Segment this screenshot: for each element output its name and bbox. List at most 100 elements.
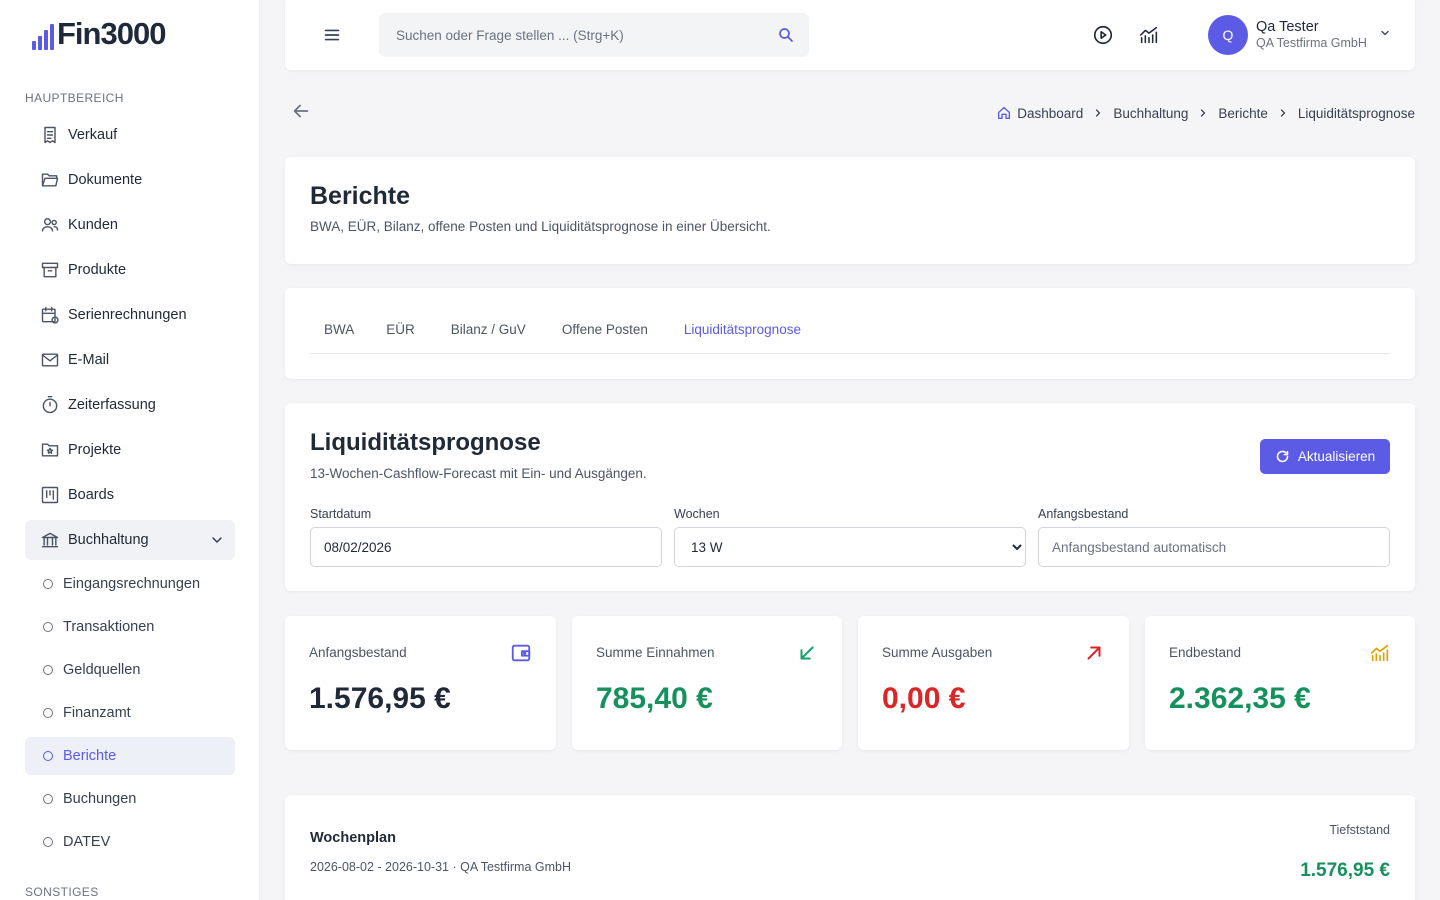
user-company: QA Testfirma GmbH [1256,36,1367,50]
weekplan-card: Wochenplan 2026-08-02 - 2026-10-31 · QA … [285,795,1415,900]
sidebar-item-serienrechnungen[interactable]: Serienrechnungen [25,295,235,335]
refresh-button-label: Aktualisieren [1297,449,1376,464]
refresh-button[interactable]: Aktualisieren [1260,439,1390,474]
kpi-card-einnahmen: Summe Einnahmen 785,40 € [572,616,842,750]
back-arrow-icon[interactable] [290,100,312,122]
weekplan-title: Wochenplan [310,830,396,846]
breadcrumb-buchhaltung[interactable]: Buchhaltung [1113,106,1188,121]
sidebar-subitem-label: Buchungen [63,791,137,807]
tab-bwa[interactable]: BWA [310,312,368,354]
chevron-right-icon [1277,107,1289,119]
user-name: Qa Tester [1256,19,1319,35]
kpi-card-ausgaben: Summe Ausgaben 0,00 € [858,616,1129,750]
hamburger-menu-icon[interactable] [321,24,343,46]
circle-icon [43,622,53,632]
sidebar-item-label: Verkauf [68,127,118,143]
start-date-input[interactable] [310,527,662,567]
sidebar-item-email[interactable]: E-Mail [25,340,235,380]
chevron-down-icon [1379,26,1391,44]
breadcrumb: Dashboard Buchhaltung Berichte Liquiditä… [996,105,1415,121]
sidebar-subitem-finanzamt[interactable]: Finanzamt [25,694,235,732]
user-text: Qa Tester QA Testfirma GmbH [1256,19,1367,51]
folder-open-icon [39,169,61,191]
breadcrumb-berichte[interactable]: Berichte [1218,106,1268,121]
report-tabs: BWA EÜR Bilanz / GuV Offene Posten Liqui… [310,312,1390,354]
circle-icon [43,794,53,804]
tabs-card: BWA EÜR Bilanz / GuV Offene Posten Liqui… [285,288,1415,379]
chart-line-icon[interactable] [1138,24,1160,46]
logo-text: Fin3000 [57,16,166,51]
opening-balance-input[interactable] [1038,527,1390,567]
kpi-value: 2.362,35 € [1169,682,1311,715]
arrow-up-right-icon [1083,642,1105,664]
breadcrumb-dashboard[interactable]: Dashboard [1017,106,1083,121]
home-icon[interactable] [996,105,1012,121]
kpi-value: 1.576,95 € [309,682,451,715]
kpi-card-endbestand: Endbestand 2.362,35 € [1145,616,1415,750]
sidebar-item-label: Buchhaltung [68,532,149,548]
sidebar-item-zeiterfassung[interactable]: Zeiterfassung [25,385,235,425]
weeks-label: Wochen [674,507,720,521]
chevron-right-icon [1092,107,1104,119]
stopwatch-icon [39,394,61,416]
tab-bilanz-guv[interactable]: Bilanz / GuV [433,312,540,354]
forecast-title: Liquiditätsprognose [310,429,541,456]
sidebar-subitem-datev[interactable]: DATEV [25,823,235,861]
section-label-main: HAUPTBEREICH [25,91,124,105]
kpi-label: Summe Ausgaben [882,645,993,660]
sidebar-subitem-berichte[interactable]: Berichte [25,737,235,775]
section-label-other: SONSTIGES [25,885,99,899]
sidebar-subitem-label: Transaktionen [63,619,155,635]
sidebar-subitem-geldquellen[interactable]: Geldquellen [25,651,235,689]
sidebar-item-produkte[interactable]: Produkte [25,250,235,290]
circle-icon [43,579,53,589]
opening-balance-label: Anfangsbestand [1038,507,1129,521]
chevron-right-icon [1197,107,1209,119]
page-title: Berichte [310,182,411,210]
chart-line-icon [1369,642,1391,664]
sidebar-subitem-label: Eingangsrechnungen [63,576,201,592]
kpi-value: 0,00 € [882,682,966,715]
circle-icon [43,751,53,761]
play-circle-icon[interactable] [1092,24,1114,46]
breadcrumb-current: Liquiditätsprognose [1297,105,1415,121]
sidebar-item-verkauf[interactable]: Verkauf [25,115,235,155]
folder-star-icon [39,439,61,461]
logo-bars-icon [32,24,54,50]
sidebar-subitem-label: Geldquellen [63,662,141,678]
page-subtitle: BWA, EÜR, Bilanz, offene Posten und Liqu… [310,219,771,234]
sidebar-subitem-label: Finanzamt [63,705,131,721]
sidebar-subitem-transaktionen[interactable]: Transaktionen [25,608,235,646]
search-input[interactable] [379,13,759,57]
weekplan-subtitle: 2026-08-02 - 2026-10-31 · QA Testfirma G… [310,860,572,874]
sidebar: Fin3000 HAUPTBEREICH Verkauf Dokumente K… [0,0,260,900]
sidebar-item-label: Produkte [68,262,127,278]
wallet-icon [510,642,532,664]
arrow-down-left-icon [796,642,818,664]
avatar: Q [1208,15,1248,55]
kpi-label: Anfangsbestand [309,645,407,660]
sidebar-subitem-buchungen[interactable]: Buchungen [25,780,235,818]
app-logo[interactable]: Fin3000 [32,16,166,51]
tab-offene-posten[interactable]: Offene Posten [544,312,662,354]
sidebar-item-label: E-Mail [68,352,110,368]
sidebar-subitem-eingangsrechnungen[interactable]: Eingangsrechnungen [25,565,235,603]
user-menu[interactable]: Q Qa Tester QA Testfirma GmbH [1208,15,1391,55]
lowest-balance-value: 1.576,95 € [1300,860,1390,881]
tab-eur[interactable]: EÜR [372,312,429,354]
sidebar-subitem-label: Berichte [63,748,117,764]
tab-liquiditaetsprognose[interactable]: Liquiditätsprognose [666,312,815,354]
search-box [379,13,809,57]
sidebar-item-label: Kunden [68,217,118,233]
sidebar-item-buchhaltung[interactable]: Buchhaltung [25,520,235,560]
search-icon[interactable] [777,26,795,49]
weeks-select[interactable]: 13 W [674,527,1026,567]
sidebar-item-boards[interactable]: Boards [25,475,235,515]
sidebar-item-label: Serienrechnungen [68,307,187,323]
sidebar-item-projekte[interactable]: Projekte [25,430,235,470]
sidebar-item-kunden[interactable]: Kunden [25,205,235,245]
sidebar-item-dokumente[interactable]: Dokumente [25,160,235,200]
archive-icon [39,259,61,281]
kpi-label: Endbestand [1169,645,1242,660]
forecast-card: Liquiditätsprognose 13-Wochen-Cashflow-F… [285,403,1415,591]
